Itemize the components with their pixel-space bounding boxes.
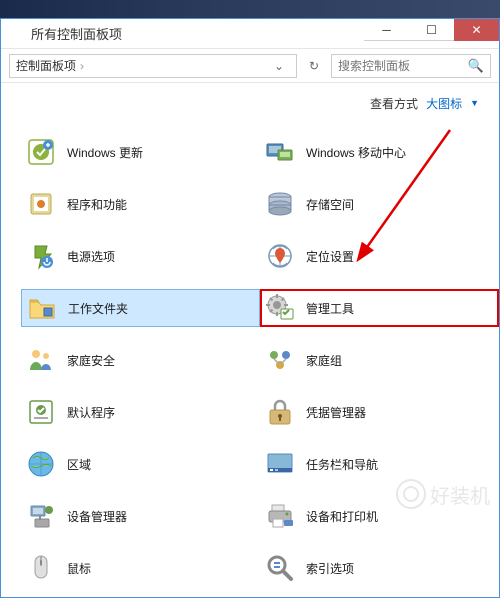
item-label: 区域 [67,456,91,473]
minimize-button[interactable]: ─ [364,19,409,41]
item-label: 程序和功能 [67,196,127,213]
control-panel-items-grid: Windows 更新 Windows 移动中心程序和功能 存储空间电源选项 定位设置工… [1,123,499,597]
item-label: 工作文件夹 [68,300,128,317]
maximize-button[interactable]: ☐ [409,19,454,41]
storage-icon [264,188,296,220]
search-box[interactable]: 🔍 [331,54,491,78]
family-icon [25,344,57,376]
navigation-bar: 控制面板项 › ⌄ ↻ 🔍 [1,49,499,83]
item-label: 设备和打印机 [306,508,378,525]
region-icon [25,448,57,480]
search-input[interactable] [338,59,468,73]
taskbar-icon [264,448,296,480]
cp-item-indexing-options[interactable]: 索引选项 [260,549,499,587]
item-label: 任务栏和导航 [306,456,378,473]
item-label: 存储空间 [306,196,354,213]
item-label: 定位设置 [306,248,354,265]
default-icon [25,396,57,428]
dropdown-icon[interactable]: ⌄ [268,55,290,77]
control-panel-window: 所有控制面板项 ─ ☐ ✕ 控制面板项 › ⌄ ↻ 🔍 查看方式 大图标 ▼ W… [0,18,500,598]
devicemgr-icon [25,500,57,532]
cp-item-admin-tools[interactable]: 管理工具 [260,289,499,327]
item-label: 设备管理器 [67,508,127,525]
cp-item-device-manager[interactable]: 设备管理器 [21,497,260,535]
close-button[interactable]: ✕ [454,19,499,41]
update-icon [25,136,57,168]
breadcrumb-text: 控制面板项 [16,57,76,74]
cp-item-default-programs[interactable]: 默认程序 [21,393,260,431]
window-titlebar: 所有控制面板项 ─ ☐ ✕ [1,19,499,49]
programs-icon [25,188,57,220]
cp-item-storage-spaces[interactable]: 存储空间 [260,185,499,223]
indexing-icon [264,552,296,584]
cp-item-region[interactable]: 区域 [21,445,260,483]
item-label: Windows 移动中心 [306,144,406,161]
view-mode-link[interactable]: 大图标 [426,95,462,112]
window-title: 所有控制面板项 [31,24,122,43]
item-label: 管理工具 [306,300,354,317]
admin-icon [264,292,296,324]
mouse-icon [25,552,57,584]
window-controls: ─ ☐ ✕ [364,19,499,41]
item-label: 凭据管理器 [306,404,366,421]
item-label: 默认程序 [67,404,115,421]
cp-item-mobility-center[interactable]: Windows 移动中心 [260,133,499,171]
desktop-wallpaper-strip [0,0,500,18]
watermark: 好装机 [396,479,490,509]
printer-icon [264,500,296,532]
cp-item-homegroup[interactable]: 家庭组 [260,341,499,379]
chevron-down-icon[interactable]: ▼ [470,98,479,108]
view-label: 查看方式 [370,95,418,112]
search-icon: 🔍 [468,58,484,74]
power-icon [25,240,57,272]
cp-item-mouse[interactable]: 鼠标 [21,549,260,587]
cp-item-power-options[interactable]: 电源选项 [21,237,260,275]
chevron-right-icon: › [80,59,84,73]
view-options-bar: 查看方式 大图标 ▼ [1,83,499,123]
cp-item-taskbar-navigation[interactable]: 任务栏和导航 [260,445,499,483]
cp-item-family-safety[interactable]: 家庭安全 [21,341,260,379]
cp-item-location-settings[interactable]: 定位设置 [260,237,499,275]
cp-item-work-folders[interactable]: 工作文件夹 [21,289,260,327]
location-icon [264,240,296,272]
cp-item-credential-manager[interactable]: 凭据管理器 [260,393,499,431]
mobility-icon [264,136,296,168]
item-label: 家庭组 [306,352,342,369]
watermark-text: 好装机 [430,480,490,509]
item-label: 家庭安全 [67,352,115,369]
folder-icon [26,292,58,324]
homegroup-icon [264,344,296,376]
cp-item-windows-update[interactable]: Windows 更新 [21,133,260,171]
breadcrumb[interactable]: 控制面板项 › ⌄ [9,54,297,78]
item-label: 鼠标 [67,560,91,577]
item-label: 电源选项 [67,248,115,265]
item-label: Windows 更新 [67,144,143,161]
cp-item-programs-features[interactable]: 程序和功能 [21,185,260,223]
refresh-button[interactable]: ↻ [303,55,325,77]
item-label: 索引选项 [306,560,354,577]
credential-icon [264,396,296,428]
